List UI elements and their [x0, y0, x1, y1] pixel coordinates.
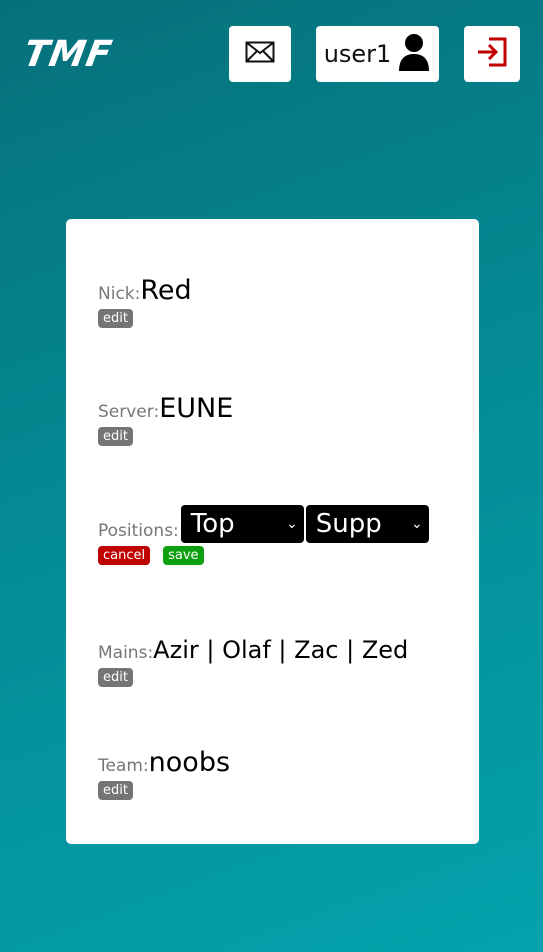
team-value: noobs	[148, 747, 231, 778]
team-edit-button[interactable]: edit	[98, 781, 133, 800]
positions-save-button[interactable]: save	[163, 546, 204, 565]
nick-label: Nick:	[98, 284, 141, 304]
nick-edit-button[interactable]: edit	[98, 309, 133, 328]
nick-value: Red	[140, 275, 192, 306]
user-icon	[397, 33, 431, 75]
envelope-icon	[245, 41, 275, 67]
profile-card: Nick: Red edit Server: EUNE edit Positio…	[66, 219, 479, 844]
mains-field: Mains: Azir | Olaf | Zac | Zed edit	[98, 635, 408, 687]
positions-cancel-button[interactable]: cancel	[98, 546, 151, 565]
logout-button[interactable]	[464, 26, 520, 82]
team-field: Team: noobs edit	[98, 748, 230, 800]
server-label: Server:	[98, 402, 160, 422]
user-profile-button[interactable]: user1	[316, 26, 439, 82]
nick-field: Nick: Red edit	[98, 276, 192, 328]
mains-value: Azir | Olaf | Zac | Zed	[153, 636, 409, 664]
server-field: Server: EUNE edit	[98, 394, 233, 446]
secondary-position-select[interactable]: Supp ⌄	[305, 505, 429, 543]
primary-position-value: Top	[190, 509, 235, 539]
sign-in-icon	[475, 35, 509, 73]
positions-label: Positions:	[98, 521, 179, 541]
messages-button[interactable]	[229, 26, 291, 82]
secondary-position-value: Supp	[315, 509, 382, 539]
mains-edit-button[interactable]: edit	[98, 668, 133, 687]
mains-label: Mains:	[98, 643, 154, 663]
server-value: EUNE	[159, 393, 234, 424]
primary-position-select[interactable]: Top ⌄	[180, 505, 304, 543]
chevron-down-icon: ⌄	[411, 516, 423, 532]
chevron-down-icon: ⌄	[286, 516, 298, 532]
team-label: Team:	[98, 756, 149, 776]
user-name: user1	[323, 40, 392, 68]
logo[interactable]: TMF	[20, 34, 115, 75]
positions-field: Positions: Top ⌄ Supp ⌄ cancel save	[98, 505, 429, 565]
server-edit-button[interactable]: edit	[98, 427, 133, 446]
